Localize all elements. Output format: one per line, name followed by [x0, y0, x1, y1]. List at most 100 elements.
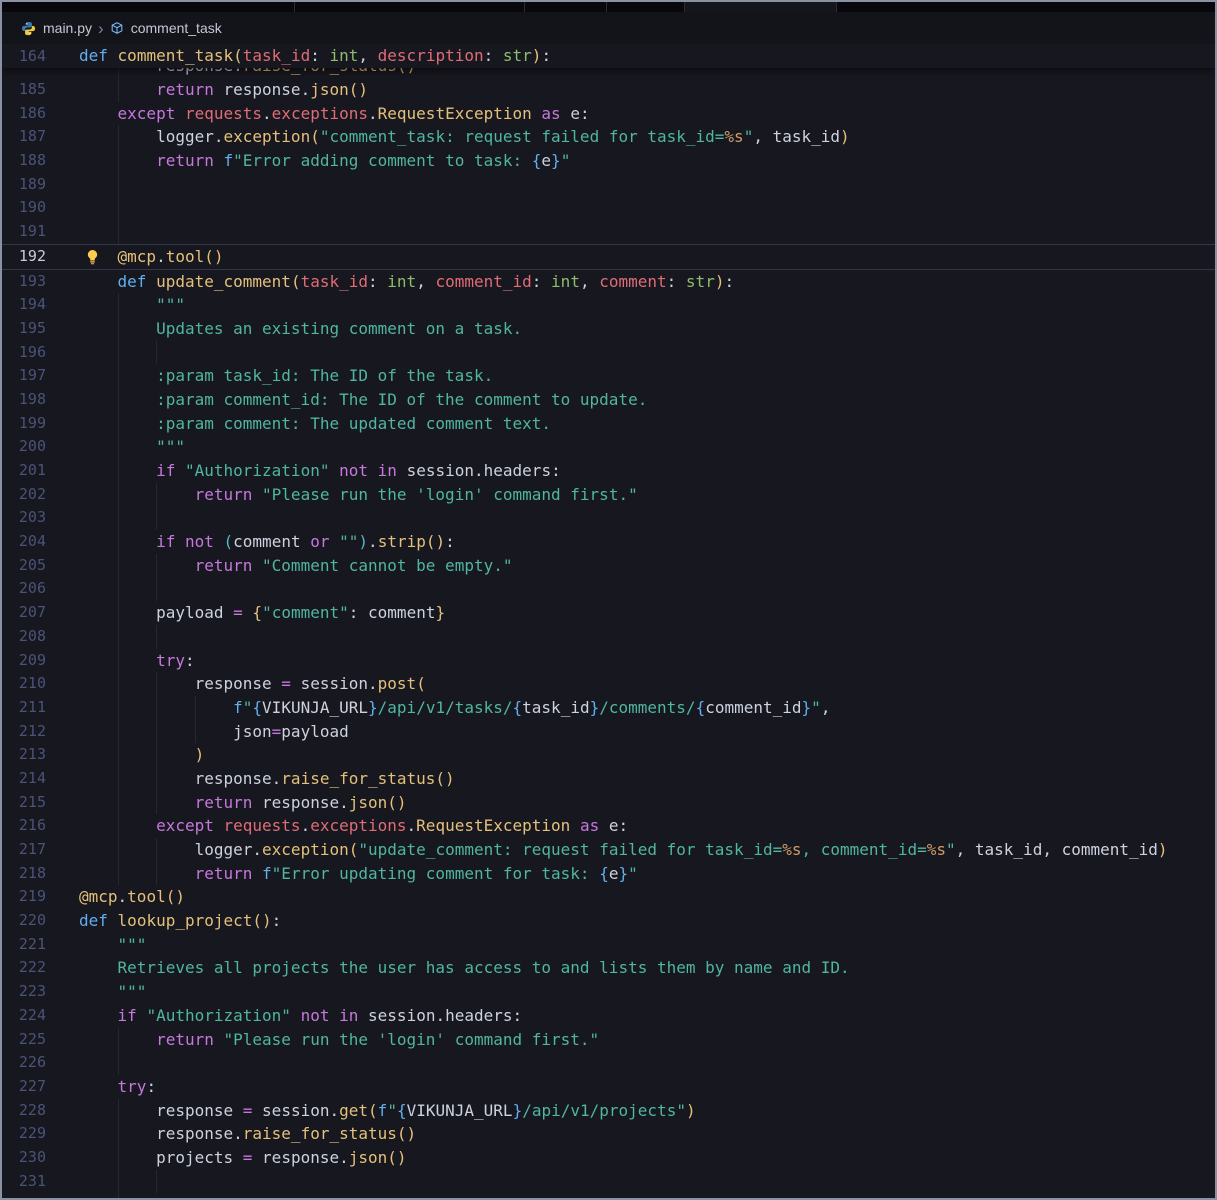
code-line[interactable]: 204if not (comment or "").strip():: [2, 530, 1215, 554]
code-line[interactable]: response.raise_for_status(): [2, 68, 1215, 78]
line-number[interactable]: 198: [2, 388, 46, 412]
code-line[interactable]: 197:param task_id: The ID of the task.: [2, 364, 1215, 388]
code-line[interactable]: 226: [2, 1051, 1215, 1075]
code-line[interactable]: 203: [2, 506, 1215, 530]
code-line[interactable]: 164def comment_task(task_id: int, descri…: [2, 44, 1215, 68]
code-line[interactable]: 198:param comment_id: The ID of the comm…: [2, 388, 1215, 412]
code-line[interactable]: 231: [2, 1170, 1215, 1194]
code-line[interactable]: 205return "Comment cannot be empty.": [2, 554, 1215, 578]
code-line[interactable]: 200""": [2, 435, 1215, 459]
breadcrumb-file[interactable]: main.py: [43, 20, 92, 36]
code-line[interactable]: 210response = session.post(: [2, 672, 1215, 696]
line-number[interactable]: [2, 1193, 46, 1198]
code-line[interactable]: 194""": [2, 293, 1215, 317]
code-line[interactable]: 212json=payload: [2, 720, 1215, 744]
code-line[interactable]: 186except requests.exceptions.RequestExc…: [2, 102, 1215, 126]
line-number[interactable]: 197: [2, 364, 46, 388]
line-number[interactable]: 187: [2, 125, 46, 149]
line-number[interactable]: 196: [2, 341, 46, 365]
code-line[interactable]: 196: [2, 341, 1215, 365]
line-number[interactable]: 214: [2, 767, 46, 791]
code-line[interactable]: 190: [2, 196, 1215, 220]
code-line[interactable]: 219@mcp.tool(): [2, 885, 1215, 909]
line-number[interactable]: 185: [2, 78, 46, 102]
code-line[interactable]: 230projects = response.json(): [2, 1146, 1215, 1170]
active-tab[interactable]: [684, 2, 836, 12]
code-line[interactable]: 216except requests.exceptions.RequestExc…: [2, 814, 1215, 838]
line-number[interactable]: 216: [2, 814, 46, 838]
line-number[interactable]: 228: [2, 1099, 46, 1123]
line-number[interactable]: 213: [2, 743, 46, 767]
code-line[interactable]: 211f"{VIKUNJA_URL}/api/v1/tasks/{task_id…: [2, 696, 1215, 720]
code-line[interactable]: 225return "Please run the 'login' comman…: [2, 1028, 1215, 1052]
line-number[interactable]: 230: [2, 1146, 46, 1170]
line-number[interactable]: 204: [2, 530, 46, 554]
code-editor[interactable]: 164def comment_task(task_id: int, descri…: [2, 44, 1215, 1198]
line-number[interactable]: 208: [2, 625, 46, 649]
line-number[interactable]: 222: [2, 956, 46, 980]
code-line[interactable]: 223""": [2, 980, 1215, 1004]
line-number[interactable]: 209: [2, 649, 46, 673]
code-line[interactable]: 188return f"Error adding comment to task…: [2, 149, 1215, 173]
code-line[interactable]: 214response.raise_for_status(): [2, 767, 1215, 791]
line-number[interactable]: 206: [2, 577, 46, 601]
code-line[interactable]: 202return "Please run the 'login' comman…: [2, 483, 1215, 507]
code-line[interactable]: 207payload = {"comment": comment}: [2, 601, 1215, 625]
code-line[interactable]: 209try:: [2, 649, 1215, 673]
line-number[interactable]: 192: [2, 245, 46, 269]
code-line[interactable]: 187logger.exception("comment_task: reque…: [2, 125, 1215, 149]
line-number[interactable]: 164: [2, 44, 46, 68]
line-number[interactable]: 199: [2, 412, 46, 436]
line-number[interactable]: 221: [2, 933, 46, 957]
line-number[interactable]: 201: [2, 459, 46, 483]
lightbulb-icon[interactable]: [85, 249, 100, 265]
line-number[interactable]: 186: [2, 102, 46, 126]
code-line[interactable]: 195Updates an existing comment on a task…: [2, 317, 1215, 341]
line-number[interactable]: 202: [2, 483, 46, 507]
line-number[interactable]: 190: [2, 196, 46, 220]
code-line[interactable]: 220def lookup_project():: [2, 909, 1215, 933]
sticky-scroll-line[interactable]: 164def comment_task(task_id: int, descri…: [2, 44, 1215, 68]
code-line[interactable]: 192@mcp.tool(): [2, 244, 1215, 270]
code-line[interactable]: 189: [2, 173, 1215, 197]
code-line[interactable]: 218return f"Error updating comment for t…: [2, 862, 1215, 886]
line-number[interactable]: 226: [2, 1051, 46, 1075]
code-line[interactable]: 221""": [2, 933, 1215, 957]
line-number[interactable]: 200: [2, 435, 46, 459]
code-line[interactable]: 185return response.json(): [2, 78, 1215, 102]
line-number[interactable]: 188: [2, 149, 46, 173]
code-line[interactable]: 213): [2, 743, 1215, 767]
breadcrumb-symbol[interactable]: comment_task: [131, 20, 222, 36]
line-number[interactable]: 227: [2, 1075, 46, 1099]
code-line[interactable]: 227try:: [2, 1075, 1215, 1099]
line-number[interactable]: 219: [2, 885, 46, 909]
line-number[interactable]: 210: [2, 672, 46, 696]
line-number[interactable]: 215: [2, 791, 46, 815]
line-number[interactable]: 225: [2, 1028, 46, 1052]
code-line[interactable]: if not projects:: [2, 1193, 1215, 1198]
line-number[interactable]: 207: [2, 601, 46, 625]
line-number[interactable]: 191: [2, 220, 46, 244]
code-line[interactable]: 206: [2, 577, 1215, 601]
line-number[interactable]: 217: [2, 838, 46, 862]
code-line[interactable]: 215return response.json(): [2, 791, 1215, 815]
line-number[interactable]: 218: [2, 862, 46, 886]
code-line[interactable]: 191: [2, 220, 1215, 244]
code-line[interactable]: 217logger.exception("update_comment: req…: [2, 838, 1215, 862]
line-number[interactable]: 211: [2, 696, 46, 720]
code-line[interactable]: 222Retrieves all projects the user has a…: [2, 956, 1215, 980]
line-number[interactable]: [2, 68, 46, 78]
code-line[interactable]: 208: [2, 625, 1215, 649]
line-number[interactable]: 224: [2, 1004, 46, 1028]
code-line[interactable]: 201if "Authorization" not in session.hea…: [2, 459, 1215, 483]
line-number[interactable]: 193: [2, 270, 46, 294]
code-line[interactable]: 229response.raise_for_status(): [2, 1122, 1215, 1146]
line-number[interactable]: 231: [2, 1170, 46, 1194]
line-number[interactable]: 220: [2, 909, 46, 933]
line-number[interactable]: 189: [2, 173, 46, 197]
line-number[interactable]: 229: [2, 1122, 46, 1146]
code-line[interactable]: 228response = session.get(f"{VIKUNJA_URL…: [2, 1099, 1215, 1123]
code-line[interactable]: 199:param comment: The updated comment t…: [2, 412, 1215, 436]
line-number[interactable]: 205: [2, 554, 46, 578]
line-number[interactable]: 212: [2, 720, 46, 744]
